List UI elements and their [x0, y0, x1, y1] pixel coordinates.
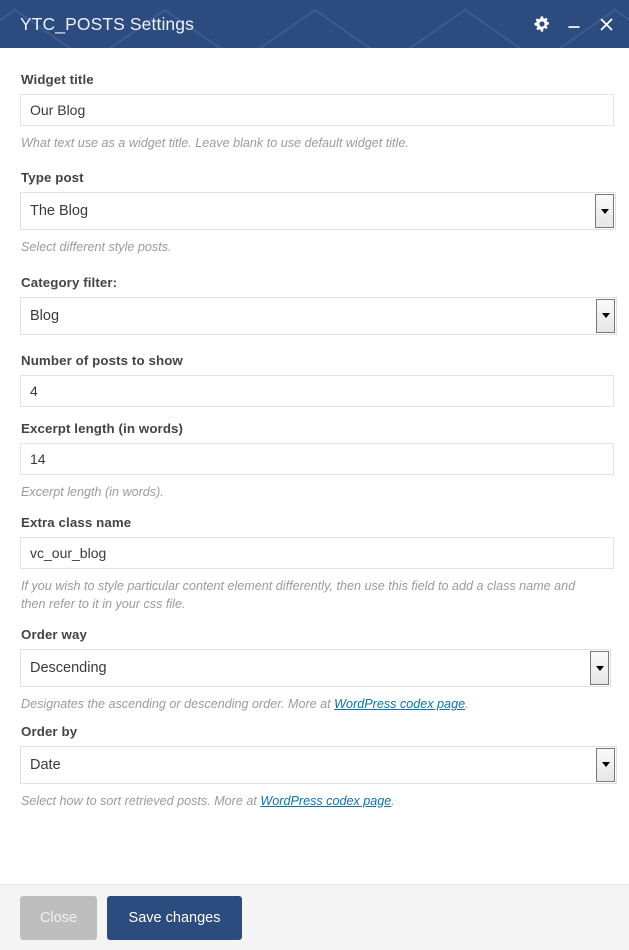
- type-post-description: Select different style posts.: [21, 240, 172, 255]
- widget-title-label: Widget title: [21, 72, 94, 87]
- minimize-icon[interactable]: [564, 13, 584, 35]
- order-by-label: Order by: [21, 723, 78, 739]
- settings-icon[interactable]: [532, 13, 552, 35]
- excerpt-length-input[interactable]: [20, 442, 614, 475]
- dialog-title: YTC_POSTS Settings: [20, 13, 194, 34]
- field-excerpt-length: Excerpt length (in words) Excerpt length…: [20, 420, 614, 501]
- order-by-select-wrap: Date: [20, 745, 617, 784]
- widget-title-description: What text use as a widget title. Leave b…: [21, 136, 409, 150]
- posts-number-input[interactable]: [20, 374, 614, 407]
- order-way-description: Designates the ascending or descending o…: [21, 695, 601, 713]
- order-by-codex-link[interactable]: WordPress codex page: [260, 794, 391, 808]
- order-way-select[interactable]: Descending: [20, 649, 611, 688]
- type-post-select[interactable]: The Blog: [20, 192, 616, 231]
- settings-dialog: YTC_POSTS Settings Widget title Our Blog…: [0, 0, 629, 950]
- widget-title-input[interactable]: [20, 94, 614, 126]
- dialog-titlebar: YTC_POSTS Settings: [0, 0, 629, 48]
- dialog-footer: Close Save changes: [0, 884, 629, 950]
- posts-number-label: Number of posts to show: [21, 352, 183, 368]
- order-by-description-text: Select how to sort retrieved posts. More…: [21, 793, 261, 808]
- category-filter-select-wrap: Blog: [20, 296, 617, 335]
- order-way-label: Order way: [21, 627, 87, 643]
- titlebar-actions: [532, 0, 616, 48]
- category-filter-select[interactable]: Blog: [20, 296, 617, 335]
- type-post-select-wrap: The Blog: [20, 192, 616, 231]
- field-widget-title: Widget title What text use as a widget t…: [20, 72, 614, 152]
- field-order-way: Order way Descending Designates the asce…: [20, 627, 611, 713]
- field-order-by: Order by Date Select how to sort retriev…: [20, 723, 617, 810]
- field-category-filter: Category filter: Blog: [20, 274, 617, 335]
- save-changes-button[interactable]: Save changes: [107, 895, 242, 940]
- category-filter-label: Category filter:: [21, 274, 118, 290]
- excerpt-length-label: Excerpt length (in words): [21, 420, 184, 436]
- order-by-description: Select how to sort retrieved posts. More…: [21, 792, 601, 810]
- excerpt-length-description: Excerpt length (in words).: [21, 484, 164, 499]
- extra-class-input[interactable]: [20, 536, 614, 569]
- type-post-label: Type post: [21, 170, 84, 186]
- settings-form: Widget title What text use as a widget t…: [0, 48, 629, 884]
- order-by-description-suffix: .: [391, 793, 395, 808]
- field-posts-number: Number of posts to show: [20, 352, 614, 407]
- field-extra-class: Extra class name If you wish to style pa…: [20, 514, 614, 614]
- order-way-description-text: Designates the ascending or descending o…: [21, 697, 335, 712]
- order-way-codex-link[interactable]: WordPress codex page: [334, 697, 465, 711]
- extra-class-description: If you wish to style particular content …: [21, 578, 576, 611]
- close-button[interactable]: Close: [20, 895, 97, 940]
- close-icon[interactable]: [596, 13, 616, 35]
- extra-class-label: Extra class name: [21, 514, 132, 530]
- order-by-select[interactable]: Date: [20, 745, 617, 784]
- field-type-post: Type post The Blog Select different styl…: [20, 170, 616, 256]
- order-way-select-wrap: Descending: [20, 649, 611, 688]
- order-way-description-suffix: .: [465, 697, 469, 712]
